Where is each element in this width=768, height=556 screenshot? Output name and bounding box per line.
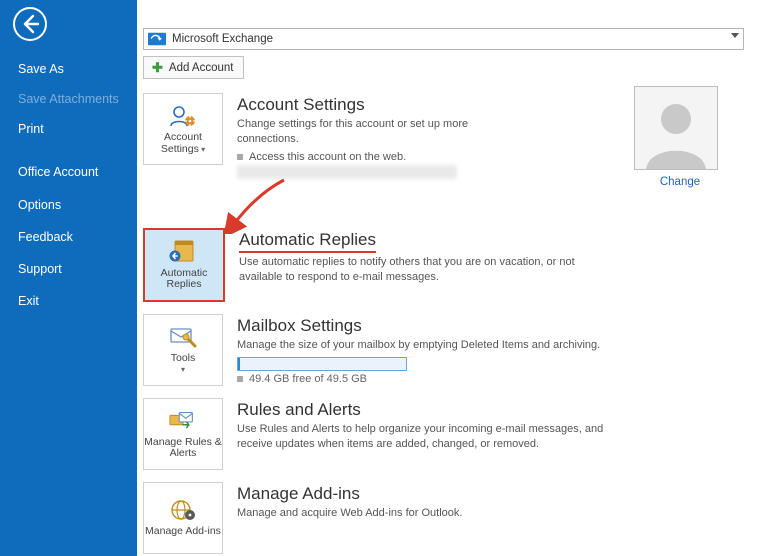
redacted-account-url: [237, 165, 457, 179]
chevron-down-icon: [731, 33, 739, 38]
tools-tile[interactable]: Tools▾: [143, 314, 223, 386]
section-heading-rules-and-alerts: Rules and Alerts: [237, 400, 744, 420]
bullet-icon: [237, 376, 243, 382]
account-photo-block: Change: [634, 86, 726, 188]
tile-label: Account Settings ▾: [144, 132, 222, 155]
sidebar-item-feedback[interactable]: Feedback: [0, 224, 137, 250]
automatic-replies-icon: [169, 239, 199, 265]
automatic-replies-tile[interactable]: Automatic Replies: [143, 228, 225, 302]
section-desc: Use automatic replies to notify others t…: [239, 255, 619, 285]
addins-icon: [168, 497, 198, 523]
storage-text: 49.4 GB free of 49.5 GB: [249, 373, 367, 385]
section-heading-account-settings: Account Settings: [237, 95, 517, 115]
tile-label: Manage Rules & Alerts: [144, 437, 222, 460]
sidebar-item-office-account[interactable]: Office Account: [0, 159, 137, 186]
sidebar-item-save-attachments: Save Attachments: [0, 86, 137, 112]
manage-addins-tile[interactable]: Manage Add-ins: [143, 482, 223, 554]
section-heading-automatic-replies: Automatic Replies: [239, 230, 376, 253]
exchange-icon: [148, 32, 166, 46]
section-sub: Access this account on the web.: [249, 151, 406, 163]
tile-label: Manage Add-ins: [145, 526, 221, 538]
tile-label: Tools▾: [171, 353, 196, 376]
main-pane: Microsoft Exchange ✚ Add Account Account…: [137, 0, 768, 556]
sidebar-item-support[interactable]: Support: [0, 256, 137, 282]
sidebar-item-exit[interactable]: Exit: [0, 288, 137, 314]
account-selector[interactable]: Microsoft Exchange: [143, 28, 744, 50]
section-heading-manage-addins: Manage Add-ins: [237, 484, 744, 504]
manage-rules-alerts-tile[interactable]: Manage Rules & Alerts: [143, 398, 223, 470]
storage-bar: [237, 357, 407, 371]
plus-icon: ✚: [152, 60, 163, 76]
add-account-button[interactable]: ✚ Add Account: [143, 56, 244, 79]
bullet-icon: [237, 154, 243, 160]
sidebar-item-print[interactable]: Print: [0, 116, 137, 142]
account-settings-icon: [168, 103, 198, 129]
section-desc: Manage and acquire Web Add-ins for Outlo…: [237, 506, 744, 521]
sidebar-item-save-as[interactable]: Save As: [0, 56, 137, 82]
rules-icon: [168, 408, 198, 434]
section-desc: Use Rules and Alerts to help organize yo…: [237, 422, 627, 452]
sidebar-item-options[interactable]: Options: [0, 192, 137, 218]
account-settings-tile[interactable]: Account Settings ▾: [143, 93, 223, 165]
section-desc: Manage the size of your mailbox by empty…: [237, 338, 744, 353]
section-desc: Change settings for this account or set …: [237, 117, 517, 147]
back-button[interactable]: [10, 4, 52, 46]
tools-icon: [168, 324, 198, 350]
section-heading-mailbox-settings: Mailbox Settings: [237, 316, 744, 336]
tile-label: Automatic Replies: [145, 268, 223, 291]
account-selector-label: Microsoft Exchange: [172, 33, 273, 45]
avatar-placeholder: [634, 86, 718, 170]
add-account-label: Add Account: [169, 62, 234, 74]
backstage-sidebar: Save As Save Attachments Print Office Ac…: [0, 0, 137, 556]
change-photo-link[interactable]: Change: [634, 176, 726, 188]
